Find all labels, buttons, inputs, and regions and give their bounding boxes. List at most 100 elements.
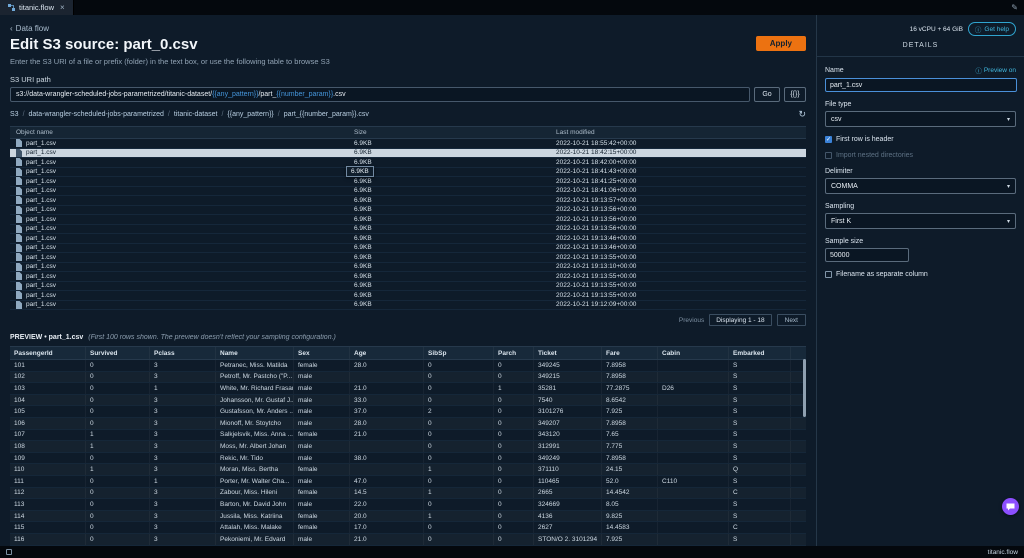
apply-button[interactable]: Apply — [756, 36, 806, 51]
preview-cell: 0 — [86, 534, 150, 545]
file-icon — [16, 158, 22, 166]
column-header-size[interactable]: Size — [348, 129, 550, 136]
preview-row: 11013Moran, Miss. Berthafemale1037111024… — [10, 464, 806, 476]
s3-object-row[interactable]: part_1.csv6.9KB2022-10-21 19:13:57+00:00 — [10, 196, 806, 206]
column-header-object-name[interactable]: Object name — [10, 129, 348, 136]
object-size: 6.9KB — [348, 178, 550, 185]
s3-object-row[interactable]: part_1.csv6.9KB2022-10-21 19:13:55+00:00 — [10, 282, 806, 292]
preview-cell: 4136 — [534, 511, 602, 522]
s3-object-row[interactable]: part_1.csv6.9KB2022-10-21 18:42:15+00:00 — [10, 149, 806, 159]
s3-object-row[interactable]: part_1.csv6.9KB2022-10-21 19:13:55+00:00 — [10, 253, 806, 263]
previous-page-button[interactable]: Previous — [679, 317, 704, 324]
s3-object-row[interactable]: part_1.csv6.9KB2022-10-21 19:13:55+00:00 — [10, 272, 806, 282]
name-input[interactable] — [825, 78, 1017, 92]
app-window: titanic.flow × ✎ ‹ Data flow Edit S3 sou… — [0, 0, 1024, 558]
preview-column-header: Fare — [602, 347, 658, 359]
help-circle-icon: ⓘ — [975, 24, 982, 34]
sampling-select[interactable]: First K ▾ — [825, 213, 1016, 229]
object-name: part_1.csv — [26, 216, 56, 223]
uri-param-number-param: {{number_param}} — [276, 91, 333, 98]
preview-cell: Gustafsson, Mr. Anders ... — [216, 406, 294, 417]
object-name-cell: part_1.csv — [10, 253, 348, 261]
preview-cell: 7.775 — [602, 441, 658, 452]
first-row-header-checkbox[interactable]: ✓ — [825, 136, 832, 143]
object-name: part_1.csv — [26, 282, 56, 289]
s3-object-row[interactable]: part_1.csv6.9KB2022-10-21 18:41:43+00:00 — [10, 168, 806, 178]
preview-cell: 1 — [424, 464, 494, 475]
delimiter-select[interactable]: COMMA ▾ — [825, 178, 1016, 194]
s3-object-row[interactable]: part_1.csv6.9KB2022-10-21 19:13:46+00:00 — [10, 244, 806, 254]
path-segment[interactable]: titanic-dataset — [174, 111, 218, 118]
create-parameter-button[interactable]: {{}} — [784, 87, 806, 102]
file-type-select[interactable]: csv ▾ — [825, 111, 1016, 127]
s3-object-row[interactable]: part_1.csv6.9KB2022-10-21 18:41:25+00:00 — [10, 177, 806, 187]
s3-object-row[interactable]: part_1.csv6.9KB2022-10-21 19:13:46+00:00 — [10, 234, 806, 244]
next-page-button[interactable]: Next — [777, 314, 806, 326]
s3-object-row[interactable]: part_1.csv6.9KB2022-10-21 19:13:56+00:00 — [10, 215, 806, 225]
path-segment[interactable]: part_{{number_param}}.csv — [284, 111, 369, 118]
s3-object-row[interactable]: part_1.csv6.9KB2022-10-21 18:42:00+00:00 — [10, 158, 806, 168]
s3-object-row[interactable]: part_1.csv6.9KB2022-10-21 19:13:55+00:00 — [10, 291, 806, 301]
preview-cell: 113 — [10, 499, 86, 510]
preview-cell: 0 — [424, 453, 494, 464]
path-segment[interactable]: S3 — [10, 111, 19, 118]
details-title: DETAILS — [817, 40, 1024, 57]
preview-cell — [658, 372, 729, 383]
object-modified: 2022-10-21 19:13:57+00:00 — [550, 197, 806, 204]
main-panel: ‹ Data flow Edit S3 source: part_0.csv A… — [0, 15, 816, 546]
statusbar-icon[interactable] — [6, 549, 12, 555]
preview-cell: 115 — [10, 522, 86, 533]
s3-object-row[interactable]: part_1.csv6.9KB2022-10-21 19:12:09+00:00 — [10, 301, 806, 311]
path-segment[interactable]: data-wrangler-scheduled-jobs-parametrize… — [29, 111, 164, 118]
object-name: part_1.csv — [26, 149, 56, 156]
s3-uri-input[interactable]: s3://data-wrangler-scheduled-jobs-parame… — [10, 87, 750, 102]
go-button[interactable]: Go — [754, 87, 780, 102]
first-row-header-checkbox-row[interactable]: ✓ First row is header — [825, 136, 1016, 143]
s3-object-row[interactable]: part_1.csv6.9KB2022-10-21 19:13:56+00:00 — [10, 206, 806, 216]
topbar-pencil-icon[interactable]: ✎ — [1011, 0, 1024, 15]
preview-cell: 110465 — [534, 476, 602, 487]
preview-cell: 7540 — [534, 395, 602, 406]
column-header-last-modified[interactable]: Last modified — [550, 129, 806, 136]
object-modified: 2022-10-21 19:13:46+00:00 — [550, 244, 806, 251]
get-help-button[interactable]: ⓘ Get help — [968, 22, 1016, 36]
sample-size-input[interactable] — [825, 248, 909, 262]
preview-cell: 0 — [86, 522, 150, 533]
preview-cell: 0 — [86, 360, 150, 371]
feedback-chat-button[interactable] — [1002, 498, 1019, 515]
filename-column-checkbox-row[interactable]: ✓ Filename as separate column — [825, 271, 1016, 278]
preview-cell: 2627 — [534, 522, 602, 533]
preview-column-header: Parch — [494, 347, 534, 359]
s3-object-row[interactable]: part_1.csv6.9KB2022-10-21 19:13:56+00:00 — [10, 225, 806, 235]
object-size: 6.9KB — [348, 159, 550, 166]
preview-cell: 0 — [494, 441, 534, 452]
preview-cell — [658, 395, 729, 406]
preview-vertical-scrollbar[interactable] — [803, 359, 806, 417]
tab-close-icon[interactable]: × — [60, 4, 65, 12]
filename-column-checkbox[interactable]: ✓ — [825, 271, 832, 278]
refresh-icon[interactable]: ↻ — [798, 110, 806, 119]
s3-object-row[interactable]: part_1.csv6.9KB2022-10-21 18:55:42+00:00 — [10, 139, 806, 149]
preview-cell: 114 — [10, 511, 86, 522]
preview-cell: male — [294, 441, 350, 452]
preview-on-toggle[interactable]: ⓘ Preview on — [975, 65, 1016, 75]
s3-object-row[interactable]: part_1.csv6.9KB2022-10-21 19:13:10+00:00 — [10, 263, 806, 273]
preview-cell: 3 — [150, 534, 216, 545]
preview-cell: male — [294, 383, 350, 394]
preview-cell: S — [729, 476, 791, 487]
path-segment[interactable]: {{any_pattern}} — [227, 111, 273, 118]
preview-cell — [350, 464, 424, 475]
object-size: 6.9KB — [348, 263, 550, 270]
preview-cell: 0 — [86, 499, 150, 510]
tab-titanic-flow[interactable]: titanic.flow × — [0, 0, 74, 15]
s3-object-row[interactable]: part_1.csv6.9KB2022-10-21 18:41:06+00:00 — [10, 187, 806, 197]
preview-cell: 7.8958 — [602, 372, 658, 383]
flow-icon — [8, 4, 15, 11]
preview-cell: 0 — [424, 499, 494, 510]
tab-title: titanic.flow — [19, 3, 54, 12]
preview-row: 10813Moss, Mr. Albert Johanmale003129917… — [10, 441, 806, 453]
back-to-data-flow-link[interactable]: ‹ Data flow — [10, 24, 49, 33]
preview-cell: 371110 — [534, 464, 602, 475]
object-size: 6.9KB — [348, 168, 550, 175]
object-size: 6.9KB — [348, 149, 550, 156]
